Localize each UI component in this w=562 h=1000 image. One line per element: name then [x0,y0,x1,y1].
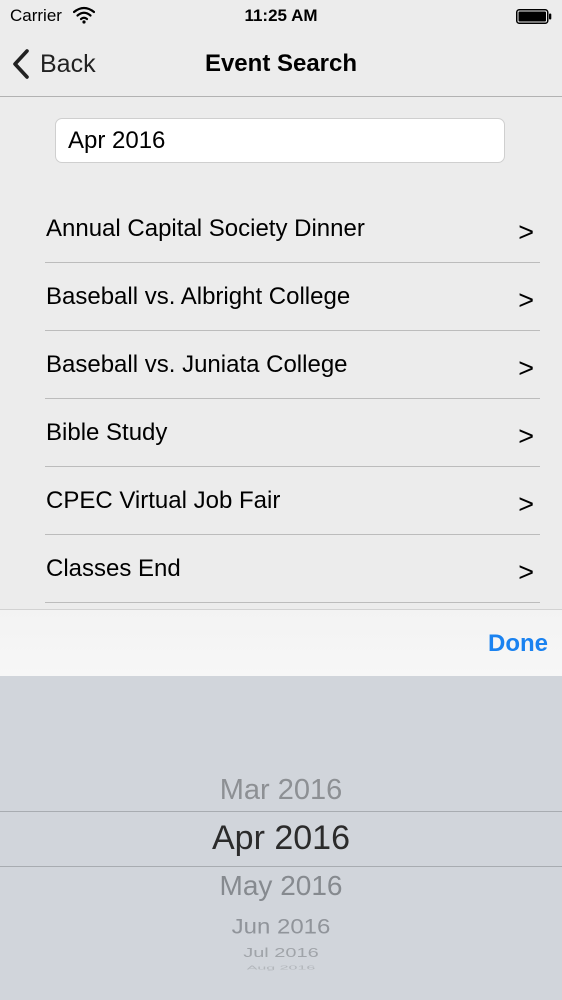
picker-toolbar: Done [0,609,562,676]
event-row[interactable]: Baseball vs. Albright College > [45,263,540,331]
chevron-right-icon: > [518,353,534,383]
event-row[interactable]: Annual Capital Society Dinner > [45,195,540,263]
picker-option[interactable]: Aug 2016 [0,965,562,971]
picker-selection-line-bottom [0,866,562,867]
event-row[interactable]: Bible Study > [45,399,540,467]
event-row[interactable]: Classes End > [45,535,540,603]
navigation-bar: Back Event Search [0,32,562,97]
picker-option[interactable]: Mar 2016 [0,774,562,807]
done-button[interactable]: Done [488,630,548,658]
screen: Carrier 11:25 AM Back Event Search Annua… [0,0,562,1000]
event-label: CPEC Virtual Job Fair [46,487,281,514]
picker-selection-line-top [0,811,562,812]
event-label: Baseball vs. Albright College [46,283,351,310]
event-row[interactable]: Baseball vs. Juniata College > [45,331,540,399]
picker-option[interactable]: Jun 2016 [0,914,562,939]
chevron-right-icon: > [518,285,534,315]
month-search-field[interactable] [55,118,505,163]
battery-icon [516,9,552,24]
picker-option[interactable]: Jul 2016 [0,946,562,961]
status-time: 11:25 AM [244,6,318,25]
picker-option[interactable]: May 2016 [0,870,562,902]
event-label: Bible Study [46,419,168,446]
status-bar: Carrier 11:25 AM [0,0,562,32]
chevron-right-icon: > [518,421,534,451]
chevron-right-icon: > [518,557,534,587]
page-title: Event Search [204,50,358,77]
picker-option-selected[interactable]: Apr 2016 [0,819,562,858]
event-row[interactable]: CPEC Virtual Job Fair > [45,467,540,535]
chevron-right-icon: > [518,489,534,519]
event-label: Baseball vs. Juniata College [46,351,348,378]
month-picker[interactable]: Mar 2016 Apr 2016 May 2016 Jun 2016 Jul … [0,676,562,1000]
event-label: Annual Capital Society Dinner [46,215,365,242]
event-label: Classes End [46,555,181,582]
event-list: Annual Capital Society Dinner > Baseball… [45,195,540,603]
chevron-right-icon: > [518,217,534,247]
